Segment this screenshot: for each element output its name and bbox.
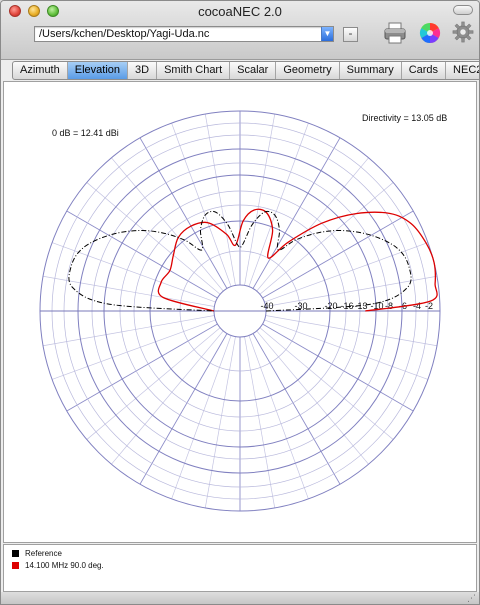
- tab-nec2-output[interactable]: NEC2 Output: [446, 62, 479, 79]
- angle-gridline: [248, 122, 309, 287]
- polar-chart: -40 -30 -20 -16 -13 -10 -8 -6 -4 -2: [39, 110, 441, 512]
- angle-gridline: [259, 327, 394, 440]
- legend-label: Reference: [25, 549, 62, 558]
- resize-grip-icon[interactable]: ⋰: [467, 593, 476, 604]
- tab-3d[interactable]: 3D: [128, 62, 158, 79]
- tab-geometry[interactable]: Geometry: [276, 62, 340, 79]
- angle-gridline: [252, 333, 341, 485]
- legend-item-reference: Reference: [12, 549, 62, 558]
- angle-gridline: [204, 113, 236, 286]
- status-bar: ⋰: [1, 592, 479, 604]
- toolbar-toggle-button[interactable]: [453, 5, 473, 15]
- angle-gridline: [256, 157, 369, 292]
- angle-gridline: [86, 182, 221, 295]
- tab-smith-chart[interactable]: Smith Chart: [157, 62, 231, 79]
- angle-gridline: [262, 210, 414, 299]
- angle-gridline: [171, 122, 232, 287]
- reference-gain-label: 0 dB = 12.41 dBi: [52, 128, 119, 138]
- elevation-plot: -40 -30 -20 -16 -13 -10 -8 -6 -4 -2 0 dB = 12.41 …: [3, 81, 477, 543]
- angle-gridline: [244, 336, 276, 509]
- angle-gridline: [171, 335, 232, 500]
- ring-label: -4: [413, 301, 421, 311]
- directivity-label: Directivity = 13.05 dB: [362, 113, 448, 123]
- legend: Reference 14.100 MHz 90.0 deg.: [3, 544, 477, 592]
- ring-label: -40: [260, 301, 273, 311]
- ring-label: -20: [324, 301, 337, 311]
- chevron-down-icon[interactable]: ▼: [321, 27, 333, 41]
- title-bar: cocoaNEC 2.0 /Users/kchen/Desktop/Yagi-U…: [1, 1, 479, 60]
- angle-gridline: [252, 137, 341, 289]
- angle-gridline: [248, 335, 309, 500]
- angle-gridline: [262, 323, 414, 412]
- angle-gridline: [139, 137, 228, 289]
- app-window: cocoaNEC 2.0 /Users/kchen/Desktop/Yagi-U…: [0, 0, 480, 605]
- angle-gridline: [86, 327, 221, 440]
- minus-button[interactable]: -: [343, 27, 358, 42]
- angle-gridline: [42, 315, 215, 347]
- printer-icon[interactable]: [383, 21, 407, 45]
- angle-gridline: [51, 242, 216, 303]
- angle-gridline: [111, 330, 224, 465]
- legend-item-pattern: 14.100 MHz 90.0 deg.: [12, 561, 104, 570]
- tab-cards[interactable]: Cards: [402, 62, 447, 79]
- legend-label: 14.100 MHz 90.0 deg.: [25, 561, 104, 570]
- legend-swatch-pattern: [12, 562, 19, 569]
- angle-gridline: [264, 242, 429, 303]
- tab-elevation[interactable]: Elevation: [67, 62, 129, 79]
- tab-scalar[interactable]: Scalar: [230, 62, 277, 79]
- tab-summary[interactable]: Summary: [340, 62, 402, 79]
- legend-swatch-reference: [12, 550, 19, 557]
- ring-label: -8: [385, 301, 393, 311]
- file-path-combo[interactable]: /Users/kchen/Desktop/Yagi-Uda.nc: [34, 26, 334, 42]
- angle-gridline: [111, 157, 224, 292]
- angle-gridline: [66, 323, 218, 412]
- view-tab-bar: Azimuth Elevation 3D Smith Chart Scalar Geome…: [12, 61, 479, 80]
- angle-gridline: [256, 330, 369, 465]
- color-wheel-icon[interactable]: [418, 21, 442, 45]
- ring-label: -16: [340, 301, 353, 311]
- window-title: cocoaNEC 2.0: [198, 4, 282, 19]
- angle-gridline: [204, 336, 236, 509]
- angle-gridline: [244, 113, 276, 286]
- angle-gridline: [51, 319, 216, 380]
- gear-icon[interactable]: [452, 21, 474, 43]
- angle-gridline: [265, 315, 438, 347]
- angle-gridline: [259, 182, 394, 295]
- tab-azimuth[interactable]: Azimuth: [13, 62, 68, 79]
- angle-gridline: [264, 319, 429, 380]
- angle-gridline: [139, 333, 228, 485]
